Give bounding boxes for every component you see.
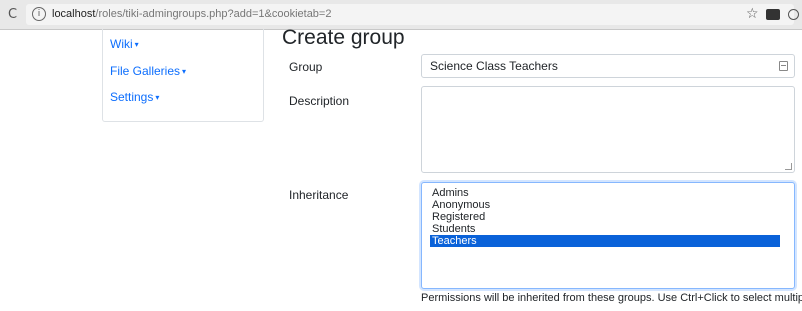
caret-down-icon: ▾ — [134, 40, 139, 50]
inheritance-select[interactable]: Admins Anonymous Registered Students Tea… — [421, 182, 795, 289]
url-text[interactable]: localhost/roles/tiki-admingroups.php?add… — [52, 8, 331, 20]
reload-icon[interactable]: C — [8, 7, 17, 22]
page-title: Create group — [282, 26, 405, 49]
inheritance-option-admins[interactable]: Admins — [430, 187, 780, 199]
address-bar[interactable]: i localhost/roles/tiki-admingroups.php?a… — [26, 4, 799, 25]
caret-down-icon: ▾ — [155, 93, 160, 103]
description-textarea[interactable] — [421, 86, 795, 173]
inheritance-option-registered[interactable]: Registered — [430, 211, 780, 223]
sidebar-item-settings[interactable]: Settings ▾ — [110, 90, 159, 104]
inheritance-label: Inheritance — [289, 188, 349, 202]
caret-down-icon: ▾ — [182, 67, 187, 77]
extension-icon[interactable] — [766, 9, 780, 20]
sidebar-item-file-galleries[interactable]: File Galleries ▾ — [110, 64, 186, 78]
inheritance-option-teachers[interactable]: Teachers — [430, 235, 780, 247]
sidebar-item-label: Wiki — [110, 37, 133, 51]
group-name-input[interactable]: Science Class Teachers — [421, 54, 795, 78]
info-icon[interactable]: i — [32, 7, 46, 21]
resize-handle-icon[interactable] — [785, 163, 792, 170]
field-menu-icon[interactable] — [779, 61, 788, 71]
inheritance-option-students[interactable]: Students — [430, 223, 780, 235]
group-name-value: Science Class Teachers — [430, 59, 558, 73]
sidebar-item-wiki[interactable]: Wiki ▾ — [110, 37, 139, 51]
description-label: Description — [289, 94, 350, 108]
sidebar: Wiki ▾ File Galleries ▾ Settings ▾ — [102, 29, 264, 122]
sidebar-item-label: Settings — [110, 90, 154, 104]
profile-icon[interactable] — [788, 9, 799, 20]
group-label: Group — [289, 60, 323, 74]
inheritance-help-text: Permissions will be inherited from these… — [421, 292, 802, 304]
inheritance-option-anonymous[interactable]: Anonymous — [430, 199, 780, 211]
star-icon[interactable]: ☆ — [746, 6, 759, 22]
sidebar-item-label: File Galleries — [110, 64, 181, 78]
